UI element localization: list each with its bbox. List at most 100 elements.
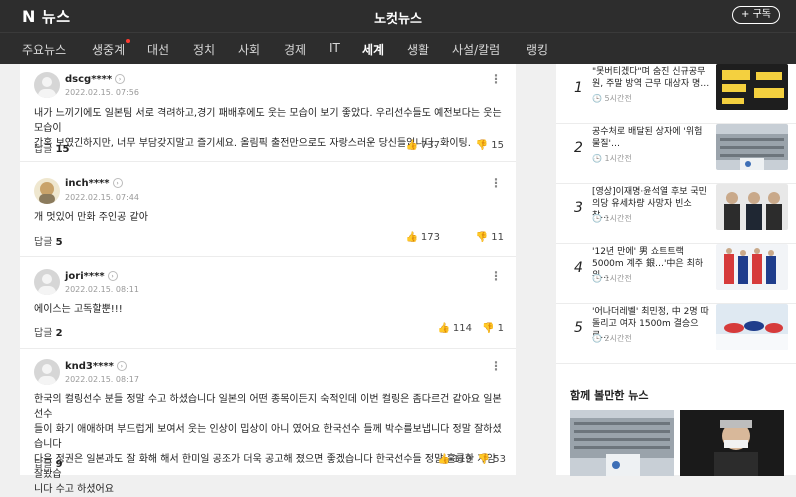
reply-count: 15 [55,144,70,155]
rank-time: 🕒 1시간전 [592,154,632,163]
related-news-thumbnail[interactable] [680,410,784,476]
ranking-item[interactable]: 3 [영상]이재명·윤석열 후보 국민의당 유세차량 사망자 빈소 찾… 🕒 1… [556,184,796,244]
reply-label: 답글 [34,328,53,339]
avatar[interactable] [34,269,60,295]
news-thumbnail[interactable] [716,124,788,170]
dislike-button[interactable]: 👎 53 [478,454,506,465]
nav-tab-ranking[interactable]: 랭킹 [526,41,548,58]
rank-number: 4 [574,260,583,276]
nav-tab-society[interactable]: 사회 [238,41,260,58]
nav-tab-live[interactable]: 생중계 [92,39,131,58]
chevron-right-icon: › [112,178,123,188]
new-dot-icon [126,39,131,43]
ranking-item[interactable]: 2 공수처로 배달된 상자에 '위험물질'… 🕒 1시간전 [556,124,796,184]
nav-tab-economy[interactable]: 경제 [284,41,306,58]
avatar[interactable] [34,72,60,98]
rank-number: 1 [574,80,583,96]
nav-tab-world[interactable]: 세계 [359,41,387,67]
comment-text: 개 멋있어 만화 주인공 같아 [34,210,504,225]
nav-tab-life[interactable]: 생활 [407,41,429,58]
thumbnail-image [716,184,788,230]
chevron-right-icon: › [107,271,118,281]
dislike-button[interactable]: 👎 15 [476,140,504,151]
comment-username[interactable]: dscg**** › [65,74,126,85]
rank-time: 🕒 1시간전 [592,214,632,223]
rank-headline[interactable]: 공수처로 배달된 상자에 '위험물질'… [592,126,710,150]
comment-username[interactable]: jori**** › [65,271,118,282]
username-text: jori**** [65,271,105,282]
thumbs-up-icon: 👍 [405,140,418,151]
comment-line: 에이스는 고독할뿐!!! [34,304,123,315]
reply-count: 5 [55,237,63,248]
like-button[interactable]: 👍 173 [405,232,440,243]
more-options-icon[interactable]: ⋮ [490,269,502,283]
rank-number: 3 [574,200,583,216]
like-count: 114 [452,323,472,334]
thumbnail-image [716,124,788,170]
more-options-icon[interactable]: ⋮ [490,176,502,190]
like-count: 737 [420,140,440,151]
like-count: 173 [420,232,440,243]
username-text: knd3**** [65,361,114,372]
comment-username[interactable]: knd3**** › [65,361,127,372]
subscribe-button[interactable]: + 구독 [732,6,780,24]
ranking-item[interactable]: 5 '어나더레벨' 최민정, 中 2명 따돌리고 여자 1500m 결승으로… … [556,304,796,364]
rank-time-text: 1시간전 [604,274,632,283]
nav-tab-main[interactable]: 주요뉴스 [22,41,66,58]
comment-line: 들이 화기 애애하며 부드럽게 보여서 웃는 인상이 밉상이 아니 였어요 한국… [34,424,502,450]
dislike-count: 11 [491,232,504,243]
comment-date: 2022.02.15. 08:17 [65,375,139,384]
dislike-button[interactable]: 👎 11 [476,232,504,243]
more-options-icon[interactable]: ⋮ [490,359,502,373]
related-news-thumbnail[interactable] [570,410,674,476]
rank-time: 🕒 2시간전 [592,334,632,343]
nav-tab-editorial[interactable]: 사설/칼럼 [452,41,500,58]
rank-time-text: 1시간전 [604,214,632,223]
comment-username[interactable]: inch**** › [65,178,123,189]
avatar[interactable] [34,178,60,204]
thumbnail-image [716,64,788,110]
like-button[interactable]: 👍 737 [405,140,440,151]
category-nav: 주요뉴스 생중계 대선 정치 사회 경제 IT 세계 생활 사설/칼럼 랭킹 [0,32,796,67]
thumbs-down-icon: 👎 [475,232,489,243]
comment-line: 다음 정권은 일본과도 잘 화해 해서 한미일 공조가 더욱 공고해 졌으면 좋… [34,454,496,480]
rank-time-text: 5시간전 [604,94,632,103]
comment-date: 2022.02.15. 08:11 [65,285,139,294]
reply-button[interactable]: 답글 5 [34,233,63,248]
like-button[interactable]: 👍 119 [437,454,472,465]
like-button[interactable]: 👍 114 [437,323,472,334]
avatar[interactable] [34,359,60,385]
chevron-right-icon: › [115,74,126,84]
rank-time: 🕒 5시간전 [592,94,632,103]
rank-number: 5 [574,320,583,336]
dislike-button[interactable]: 👎 1 [482,323,504,334]
related-news-title: 함께 볼만한 뉴스 [570,389,649,402]
dislike-count: 15 [491,140,504,151]
nav-tab-election[interactable]: 대선 [147,41,169,58]
chevron-right-icon: › [116,361,127,371]
rank-time-text: 1시간전 [604,154,632,163]
dislike-count: 53 [493,454,506,465]
rank-time-text: 2시간전 [604,334,632,343]
nav-tab-it[interactable]: IT [329,41,340,55]
news-thumbnail[interactable] [716,244,788,290]
press-title: 노컷뉴스 [374,12,422,27]
comment-text: 한국의 컬링선수 분들 정말 수고 하셨습니다 일본의 어떤 종목이든지 숙적인… [34,392,504,497]
comment-item: jori**** › 2022.02.15. 08:11 ⋮ 에이스는 고독할뿐!… [20,257,516,349]
reply-button[interactable]: 답글 9 [34,455,63,470]
news-thumbnail[interactable] [716,304,788,350]
reply-button[interactable]: 답글 2 [34,324,63,339]
rank-headline[interactable]: "못버티겠다"며 숨진 신규공무원, 주말 방역 근무 대상자 명… [592,66,710,90]
ranking-item[interactable]: 1 "못버티겠다"며 숨진 신규공무원, 주말 방역 근무 대상자 명… 🕒 5… [556,64,796,124]
more-options-icon[interactable]: ⋮ [490,72,502,86]
reply-button[interactable]: 답글 15 [34,140,70,155]
news-thumbnail[interactable] [716,64,788,110]
news-thumbnail[interactable] [716,184,788,230]
comment-text: 에이스는 고독할뿐!!! [34,302,504,317]
comment-line: 개 멋있어 만화 주인공 같아 [34,212,148,223]
nav-tab-politics[interactable]: 정치 [193,41,215,58]
reply-count: 9 [55,459,63,470]
ranking-item[interactable]: 4 '12년 만에' 男 쇼트트랙 5000m 계주 銀…'中은 최하위… 🕒 … [556,244,796,304]
comment-line: 니다 수고 하셨어요 [34,484,114,495]
username-text: inch**** [65,178,110,189]
